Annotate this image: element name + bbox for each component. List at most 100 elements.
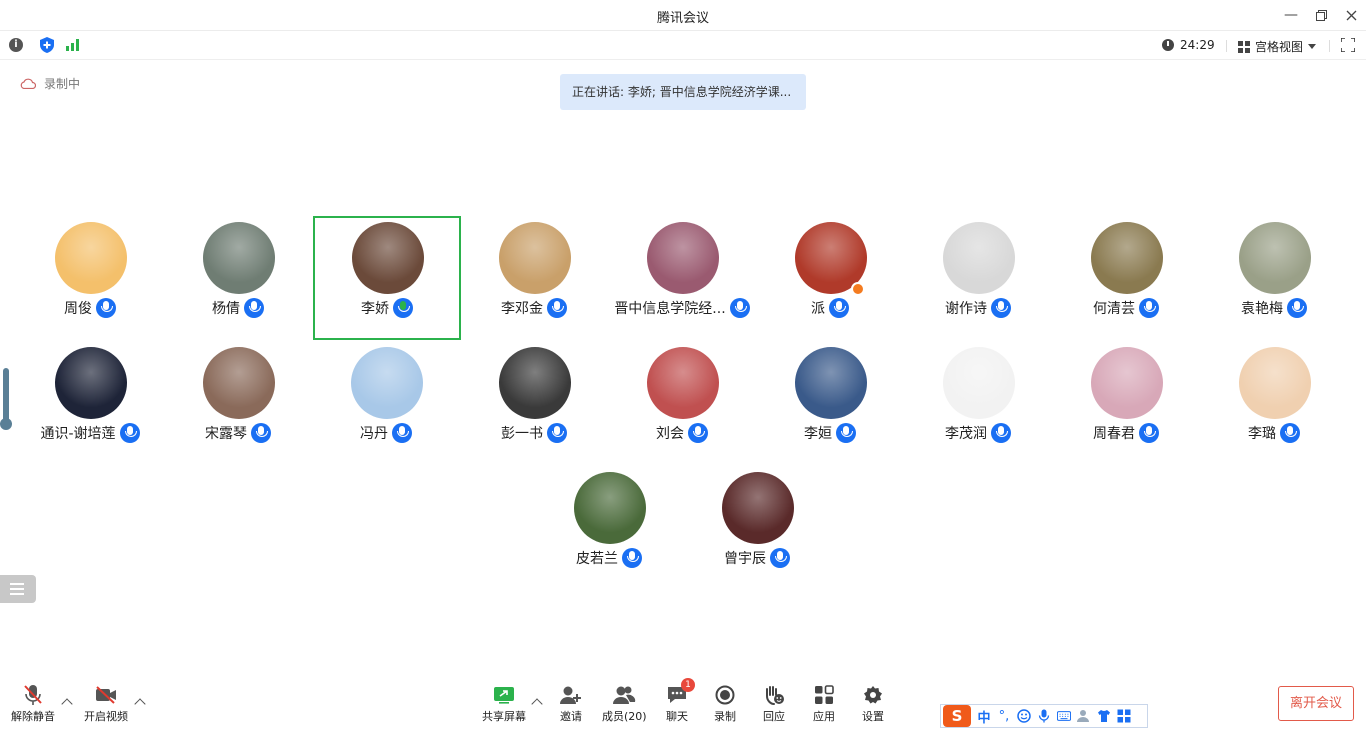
participant-name: 皮若兰 [576, 551, 618, 567]
fullscreen-icon[interactable] [1341, 38, 1355, 52]
share-options-chevron[interactable] [531, 698, 543, 710]
participant-tile[interactable]: 李姮 [756, 341, 904, 465]
participant-name-row: 何清芸 [1052, 298, 1200, 318]
host-badge [851, 282, 865, 296]
participant-tile[interactable]: 冯丹 [312, 341, 460, 465]
participant-name-row: 派 [756, 298, 904, 318]
unmute-button[interactable]: 解除静音 [11, 684, 55, 724]
signal-strength-icon[interactable] [66, 39, 79, 51]
participant-tile[interactable]: 杨倩 [164, 216, 312, 340]
participant-tile[interactable]: 李娇 [313, 216, 461, 340]
ime-toolbar: S 中 °, [940, 704, 1148, 728]
ime-punctuation-toggle[interactable]: °, [997, 709, 1011, 724]
participant-tile[interactable]: 派 [756, 216, 904, 340]
mic-icon [1280, 423, 1300, 443]
start-video-button[interactable]: 开启视频 [84, 684, 128, 724]
record-button[interactable]: 录制 [713, 684, 737, 724]
emoji-icon[interactable] [1017, 709, 1031, 723]
skin-icon[interactable] [1097, 709, 1111, 723]
participant-name: 通识-谢培莲 [40, 426, 116, 442]
mic-icon [622, 548, 642, 568]
bottom-toolbar: 解除静音 开启视频 共享屏幕 邀请 成员(20) 1 聊天 录制 回应 应用 设… [0, 676, 1366, 730]
avatar [352, 222, 424, 294]
participant-tile[interactable]: 周春君 [1052, 341, 1200, 465]
chat-button[interactable]: 1 聊天 [665, 678, 695, 724]
members-icon [613, 686, 636, 704]
avatar [499, 347, 571, 419]
participant-name: 李娇 [361, 301, 389, 317]
info-icon[interactable]: i [9, 38, 23, 52]
settings-button[interactable]: 设置 [861, 684, 885, 724]
window-title: 腾讯会议 [656, 11, 709, 26]
participant-name: 周俊 [64, 301, 92, 317]
shield-icon[interactable] [40, 37, 54, 53]
participant-name-row: 彭一书 [460, 423, 608, 443]
participant-name-row: 谢作诗 [904, 298, 1052, 318]
participant-tile[interactable]: 曾宇辰 [683, 466, 831, 590]
avatar [203, 222, 275, 294]
user-center-icon[interactable] [1077, 709, 1091, 723]
chevron-down-icon [1308, 44, 1317, 49]
react-button[interactable]: 回应 [762, 684, 786, 724]
participant-name-row: 宋露琴 [164, 423, 312, 443]
voice-input-icon[interactable] [1037, 709, 1051, 723]
participant-tile[interactable]: 彭一书 [460, 341, 608, 465]
avatar [351, 347, 423, 419]
close-button[interactable] [1340, 4, 1362, 26]
participant-name: 李璐 [1248, 426, 1276, 442]
mic-muted-icon [24, 685, 42, 705]
participant-tile[interactable]: 通识-谢培莲 [16, 341, 164, 465]
video-options-chevron[interactable] [134, 698, 146, 710]
timer-value: 24:29 [1180, 38, 1215, 52]
audio-options-chevron[interactable] [61, 698, 73, 710]
record-label: 录制 [714, 710, 736, 723]
participant-tile[interactable]: 刘会 [608, 341, 756, 465]
participant-tile[interactable]: 李邓金 [460, 216, 608, 340]
mic-icon [393, 298, 413, 318]
mic-icon [119, 423, 140, 443]
mic-icon [251, 423, 271, 443]
participant-tile[interactable]: 晋中信息学院经... [608, 216, 756, 340]
participant-tile[interactable]: 皮若兰 [535, 466, 683, 590]
invite-button[interactable]: 邀请 [559, 684, 583, 724]
start-video-label: 开启视频 [84, 710, 128, 723]
mic-icon [547, 298, 567, 318]
mic-icon [1287, 298, 1307, 318]
mic-icon [1139, 298, 1159, 318]
participant-name: 李姮 [804, 426, 832, 442]
participant-tile[interactable]: 宋露琴 [164, 341, 312, 465]
share-screen-button[interactable]: 共享屏幕 [482, 684, 526, 724]
participant-name-row: 晋中信息学院经... [608, 298, 756, 318]
apps-button[interactable]: 应用 [812, 684, 836, 724]
view-mode-dropdown[interactable]: 宫格视图 [1238, 38, 1317, 55]
settings-label: 设置 [862, 710, 884, 723]
apps-label: 应用 [813, 710, 835, 723]
sogou-logo-icon[interactable]: S [943, 705, 971, 727]
restore-button[interactable] [1310, 4, 1332, 26]
participant-tile[interactable]: 周俊 [16, 216, 164, 340]
mic-icon [1139, 423, 1159, 443]
mic-icon [688, 423, 708, 443]
ime-mode-toggle[interactable]: 中 [977, 709, 991, 726]
mic-icon [770, 548, 790, 568]
minimize-button[interactable]: — [1280, 4, 1302, 26]
chat-label: 聊天 [666, 710, 688, 723]
participant-tile[interactable]: 李茂润 [904, 341, 1052, 465]
mic-icon [836, 423, 856, 443]
mic-icon [96, 298, 116, 318]
participant-name-row: 周俊 [16, 298, 164, 318]
participant-name: 谢作诗 [945, 301, 987, 317]
participant-list-toggle[interactable] [0, 575, 36, 603]
participant-tile[interactable]: 谢作诗 [904, 216, 1052, 340]
participant-tile[interactable]: 李璐 [1200, 341, 1348, 465]
leave-meeting-button[interactable]: 离开会议 [1278, 686, 1354, 721]
members-button[interactable]: 成员(20) [602, 684, 647, 724]
toolbox-icon[interactable] [1117, 709, 1131, 723]
participant-name-row: 李茂润 [904, 423, 1052, 443]
keyboard-icon[interactable] [1057, 709, 1071, 723]
participant-tile[interactable]: 何清芸 [1052, 216, 1200, 340]
avatar [203, 347, 275, 419]
participant-tile[interactable]: 袁艳梅 [1200, 216, 1348, 340]
participant-name: 杨倩 [212, 301, 240, 317]
mic-icon [829, 298, 849, 318]
